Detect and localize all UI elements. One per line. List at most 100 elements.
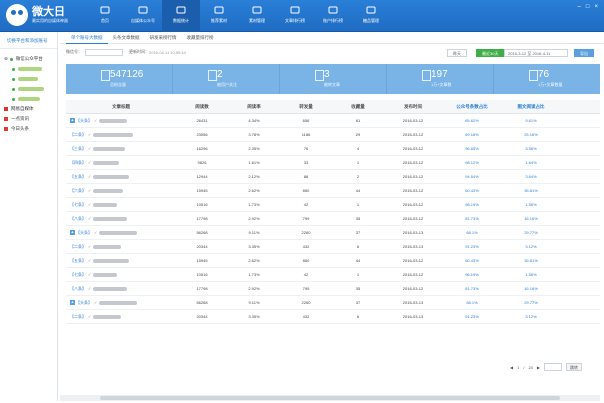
article-title[interactable]: 【八条】 ✓ — [66, 216, 176, 222]
article-title[interactable]: 【五条】 ✓ — [66, 258, 176, 264]
nav-item[interactable]: 账户排行榜 — [314, 0, 352, 32]
date-range-input[interactable]: 2016-3-12 至 2016-4-11 — [504, 49, 568, 57]
reads-cell: 10516 — [196, 202, 208, 207]
table-row[interactable]: 【二条】 ✓ 23056 3.78% 1186 29 2016-03-12 69.18% 25.… — [66, 128, 600, 142]
export-button[interactable]: 导出 — [574, 49, 594, 57]
next-page-button[interactable]: ▶ — [537, 365, 540, 370]
table-row[interactable]: 【六条】 ✓ 15945 2.62% 850 44 2016-03-12 60.43% 35.8… — [66, 184, 600, 198]
nav-item[interactable]: 文章排行榜 — [276, 0, 314, 32]
check-icon: ✓ — [88, 174, 92, 179]
table-row[interactable]: 【四条】 ✓ 9826 1.61% 33 1 2016-03-12 98.12% 1.64% — [66, 156, 600, 170]
date-cell: 2016-03-13 — [402, 314, 424, 319]
table-row[interactable]: 【五条】 ✓ 15945 2.62% 850 44 2016-03-12 60.43% 35.8… — [66, 254, 600, 268]
tab-research-ranking[interactable]: 研发采榜行情 — [145, 32, 182, 44]
column-header[interactable]: 收藏量 — [332, 100, 384, 113]
rate-cell: 9.11% — [248, 230, 260, 235]
table-row[interactable]: 【二条】 ✓ 20344 3.35% 432 6 2016-03-13 91.23% 3.12% — [66, 240, 600, 254]
article-title[interactable]: ▲ 【头条】 ✓ — [66, 230, 176, 236]
reads-cell: 10516 — [196, 272, 208, 277]
table-row[interactable]: 【三条】 ✓ 16296 2.35% 76 4 2016-03-12 96.65% 3.56% — [66, 142, 600, 156]
tab-toutiao-articles[interactable]: 头条文章数据 — [108, 32, 145, 44]
article-title[interactable]: 【八条】 ✓ — [66, 286, 176, 292]
sidebar-account[interactable] — [0, 84, 57, 94]
nav-item[interactable]: 自媒体公众号 — [124, 0, 162, 32]
go-button[interactable]: 跳转 — [565, 363, 582, 371]
reads-cell: 26431 — [196, 118, 208, 123]
horizontal-scrollbar[interactable] — [60, 395, 600, 401]
table-row[interactable]: ▲ 【头条】 ✓ 56268 9.11% 2260 37 2016-03-13 68.1% 29.… — [66, 226, 600, 240]
table-row[interactable]: 【八条】 ✓ 17798 2.92% 799 35 2016-03-12 81.73% 16.1… — [66, 212, 600, 226]
page-separator: / — [523, 364, 525, 370]
column-header[interactable]: 发布时间 — [384, 100, 442, 113]
article-title-text — [93, 286, 128, 291]
article-title[interactable]: 【四条】 ✓ — [66, 160, 176, 166]
article-title[interactable]: ▲ 【头条】 ✓ — [66, 300, 176, 306]
sidebar-account[interactable] — [0, 74, 57, 84]
sidebar-account[interactable] — [0, 94, 57, 104]
forward-cell: 799 — [302, 286, 310, 291]
sidebar-group-toutiao[interactable]: 今日头条 — [0, 124, 57, 134]
nav-item[interactable]: 素材管理 — [238, 0, 276, 32]
article-title[interactable]: 【三条】 ✓ — [66, 146, 176, 152]
article-title[interactable]: 【七条】 ✓ — [66, 272, 176, 278]
article-title[interactable]: 【七条】 ✓ — [66, 202, 176, 208]
minimize-icon[interactable]: – — [578, 4, 581, 10]
tab-favorites-ranking[interactable]: 收藏量排行榜 — [182, 32, 219, 44]
table-row[interactable]: 【五条】 ✓ 12944 2.12% 88 2 2016-03-12 94.54% 3.64% — [66, 170, 600, 184]
sidebar-account[interactable] — [0, 64, 57, 74]
forward-cell: 656 — [302, 118, 310, 123]
table-row[interactable]: 【二条】 ✓ 20344 3.35% 432 6 2016-03-13 91.23% 3.12% — [66, 310, 600, 324]
table-row[interactable]: 【七条】 ✓ 10516 1.73% 42 1 2016-03-12 98.19% 1.56% — [66, 198, 600, 212]
close-icon[interactable]: × — [594, 4, 598, 10]
sidebar-header[interactable]: 切换平台和添加账号 — [0, 32, 57, 49]
article-title[interactable]: ▲ 【头条】 ✓ — [66, 118, 176, 124]
table-row[interactable]: 【八条】 ✓ 17798 2.92% 799 35 2016-03-12 81.73% 16.1… — [66, 282, 600, 296]
current-page: 1 — [517, 364, 520, 370]
article-title[interactable]: 【五条】 ✓ — [66, 174, 176, 180]
favorite-cell: 35 — [355, 286, 361, 291]
chart-icon — [176, 6, 186, 14]
rate-cell: 3.35% — [248, 244, 260, 249]
column-header[interactable]: 阅读率 — [228, 100, 280, 113]
yesterday-button[interactable]: 昨天 — [447, 49, 467, 57]
article-tag: 【四条】 — [70, 159, 86, 165]
article-title-text — [93, 244, 122, 249]
page-input[interactable] — [543, 363, 562, 371]
prev-page-button[interactable]: ◀ — [510, 365, 513, 370]
account-name — [18, 67, 42, 71]
table-row[interactable]: 【七条】 ✓ 10516 1.73% 42 1 2016-03-12 96.19% 1.56% — [66, 268, 600, 282]
table-row[interactable]: ▲ 【头条】 ✓ 56268 9.11% 2260 37 2016-03-13 68.1% 29.… — [66, 296, 600, 310]
stat-card: 3 被转文章 — [280, 64, 387, 94]
read-ratio-cell: 3.12% — [525, 244, 537, 249]
column-header[interactable]: 公众号条数占比 — [442, 100, 502, 113]
column-header[interactable]: 文章标题 — [66, 100, 176, 113]
article-title[interactable]: 【二条】 ✓ — [66, 132, 176, 138]
article-tag: 【二条】 — [70, 131, 86, 137]
nav-item[interactable]: 数据统计 — [162, 0, 200, 32]
nav-item[interactable]: 糖品管理 — [352, 0, 390, 32]
account-ratio-cell: 68.1% — [466, 300, 478, 305]
account-ratio-cell: 96.65% — [465, 146, 479, 151]
maximize-icon[interactable]: □ — [586, 4, 590, 10]
article-title[interactable]: 【二条】 ✓ — [66, 314, 176, 320]
column-header[interactable]: 图文阅读占比 — [502, 100, 560, 113]
nav-label: 素材管理 — [249, 18, 265, 23]
sidebar-group-wechat[interactable]: ⊖ 微信公众平台 — [0, 54, 57, 64]
article-title[interactable]: 【六条】 ✓ — [66, 188, 176, 194]
article-tag: 【头条】 — [76, 229, 92, 235]
check-icon: ✓ — [88, 286, 92, 291]
sidebar-group-netease[interactable]: 网易自媒体 — [0, 104, 57, 114]
table-row[interactable]: ▲ 【头条】 ✓ 26431 4.34% 656 61 2016-03-12 65.62% 9.6… — [66, 114, 600, 128]
user-icon — [138, 6, 148, 14]
column-header[interactable]: 阅读数 — [176, 100, 228, 113]
article-title[interactable]: 【二条】 ✓ — [66, 244, 176, 250]
sidebar-group-yidian[interactable]: 一点资讯 — [0, 114, 57, 124]
recent30-button[interactable]: 最近30天 — [476, 49, 505, 57]
account-select[interactable] — [85, 48, 123, 56]
column-header[interactable]: 转发量 — [280, 100, 332, 113]
tab-single-account[interactable]: 单个账号大数据 — [66, 32, 108, 44]
nav-item[interactable]: 首页 — [86, 0, 124, 32]
window-controls: – □ × — [578, 4, 598, 10]
nav-item[interactable]: 推荐素材 — [200, 0, 238, 32]
read-ratio-cell: 35.81% — [524, 188, 538, 193]
